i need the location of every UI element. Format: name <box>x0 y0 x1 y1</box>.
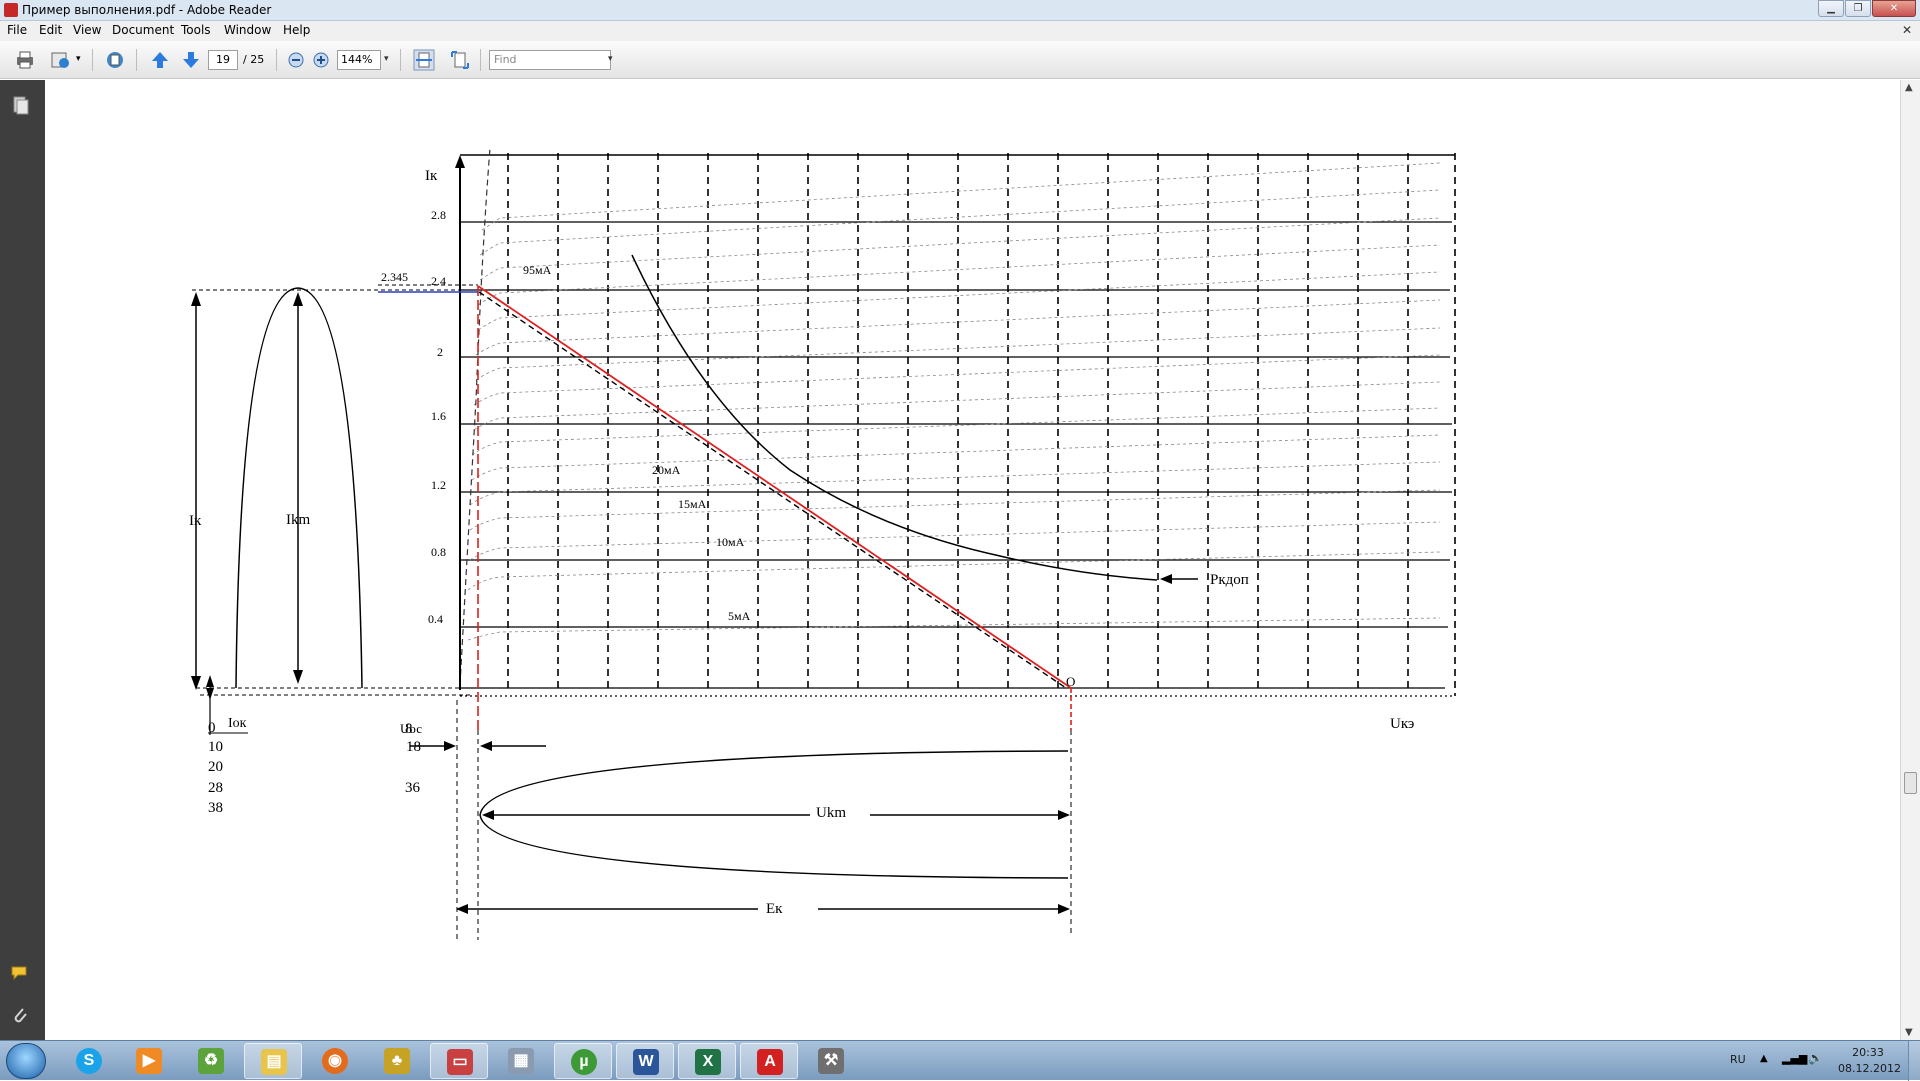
transistor-load-line-figure: Iк Uкэ 2.8 2.4 2 1.6 1.2 0.8 0.4 2.345 9… <box>189 147 1456 940</box>
curve-label-15ma: 15мА <box>678 497 707 511</box>
taskbar-adobe-reader[interactable]: A <box>740 1043 798 1079</box>
firefox-icon: ◉ <box>322 1048 348 1074</box>
y-axis-label: Iк <box>425 168 438 184</box>
adobe-reader-icon: A <box>757 1049 783 1075</box>
start-button[interactable] <box>6 1043 46 1079</box>
taskbar-word[interactable]: W <box>616 1043 674 1079</box>
y-tick-label: 0.4 <box>428 612 443 626</box>
taskbar-firefox[interactable]: ◉ <box>306 1043 364 1079</box>
ik-label: Iк <box>189 513 202 529</box>
document-icon: ▭ <box>447 1049 473 1075</box>
curve-label-10ma: 10мА <box>716 535 745 549</box>
volume-icon[interactable]: 🔈 <box>1808 1051 1823 1065</box>
ikm-label: Ikm <box>286 512 310 528</box>
clock-date[interactable]: 08.12.2012 <box>1838 1062 1901 1075</box>
recycle-bin-icon: ♻ <box>198 1048 224 1074</box>
left-column-value: 10 <box>208 739 223 755</box>
ek-label: Eк <box>766 901 783 917</box>
y-tick-label: 1.2 <box>431 478 446 492</box>
y-tick-label: 2.4 <box>431 274 446 288</box>
taskbar-skype[interactable]: S <box>60 1043 118 1079</box>
ukm-label: Ukm <box>816 805 846 821</box>
skype-icon: S <box>76 1048 102 1074</box>
utorrent-icon: µ <box>571 1049 597 1075</box>
tray-expand-icon[interactable]: ▲ <box>1760 1053 1768 1064</box>
y-tick-label: 1.6 <box>431 409 446 423</box>
network-icon: ♣ <box>384 1048 410 1074</box>
right-column-value: 8 <box>405 721 413 737</box>
marker-value-label: 2.345 <box>381 270 408 284</box>
left-column-value: 38 <box>208 800 223 816</box>
right-column-value: 18 <box>406 739 421 755</box>
media-player-icon: ▶ <box>136 1048 162 1074</box>
word-icon: W <box>633 1049 659 1075</box>
folder-icon: ▤ <box>261 1049 287 1075</box>
taskbar-media-player[interactable]: ▶ <box>120 1043 178 1079</box>
taskbar-network[interactable]: ♣ <box>368 1043 426 1079</box>
clock-time[interactable]: 20:33 <box>1838 1046 1898 1059</box>
taskbar: S ▶ ♻ ▤ ◉ ♣ ▭ ▦ µ W X A ⚒ RU ▲ ▂▄▆ 🔈 20:… <box>0 1040 1920 1081</box>
iok-label: Iок <box>228 716 247 731</box>
figure-static-drawing <box>191 147 1456 940</box>
left-column-value: 20 <box>208 759 223 775</box>
scroll-down-icon[interactable]: ▼ <box>1905 1027 1913 1038</box>
taskbar-document[interactable]: ▭ <box>430 1043 488 1079</box>
taskbar-calculator[interactable]: ▦ <box>492 1043 550 1079</box>
taskbar-excel[interactable]: X <box>678 1043 736 1079</box>
language-indicator[interactable]: RU <box>1730 1053 1746 1066</box>
power-limit-label: Pкдоп <box>1210 572 1249 588</box>
taskbar-hammer-app[interactable]: ⚒ <box>802 1043 860 1079</box>
vertical-scrollbar[interactable]: ▲ ▼ <box>1900 80 1920 1040</box>
x-axis-label: Uкэ <box>1390 716 1414 732</box>
y-tick-label: 2 <box>437 345 443 359</box>
hammer-icon: ⚒ <box>818 1048 844 1074</box>
curve-label-20ma: 20мА <box>652 463 681 477</box>
show-desktop-button[interactable] <box>1908 1041 1920 1081</box>
curve-label-95ma: 95мА <box>523 263 552 277</box>
operating-point-label: O <box>1066 674 1075 689</box>
scroll-thumb[interactable] <box>1904 772 1917 794</box>
taskbar-utorrent[interactable]: µ <box>554 1043 612 1079</box>
scroll-up-icon[interactable]: ▲ <box>1905 82 1913 93</box>
y-tick-label: 2.8 <box>431 208 446 222</box>
right-column-value: 36 <box>405 780 421 796</box>
left-column-value: 0 <box>208 720 216 736</box>
taskbar-recycle[interactable]: ♻ <box>182 1043 240 1079</box>
left-column-value: 28 <box>208 780 223 796</box>
network-signal-icon[interactable]: ▂▄▆ <box>1782 1052 1807 1065</box>
curve-label-5ma: 5мА <box>728 609 751 623</box>
calculator-icon: ▦ <box>508 1048 534 1074</box>
y-tick-label: 0.8 <box>431 545 446 559</box>
taskbar-explorer[interactable]: ▤ <box>244 1043 302 1079</box>
excel-icon: X <box>695 1049 721 1075</box>
